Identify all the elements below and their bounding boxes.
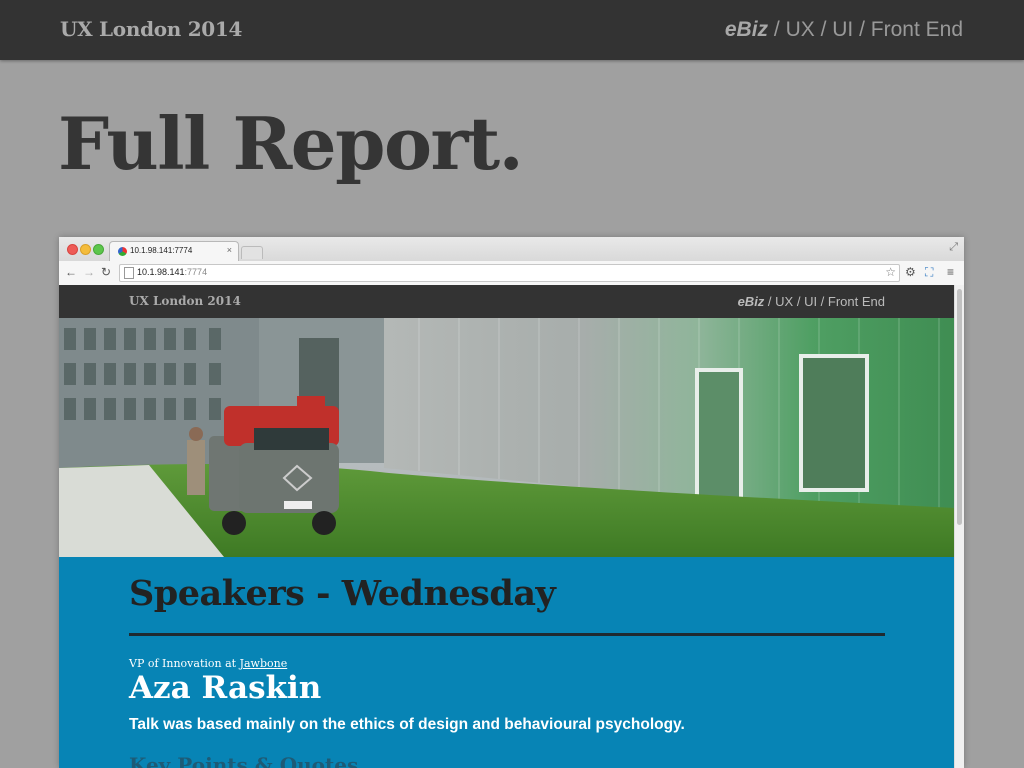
zoom-window-button[interactable] [93, 244, 104, 255]
url-text: 10.1.98.141:7774 [137, 267, 208, 277]
reload-icon[interactable]: ↻ [101, 265, 111, 279]
company-link[interactable]: Jawbone [240, 657, 288, 670]
section-title: Speakers - Wednesday [129, 573, 556, 614]
web-page: UX London 2014 eBiz / UX / UI / Front En… [59, 285, 955, 768]
browser-window: 10.1.98.141:7774 × ⤢ ← → ↻ 10.1.98.141:7… [59, 237, 964, 768]
nav-ebiz: eBiz [724, 18, 769, 41]
site-brand[interactable]: UX London 2014 [129, 294, 241, 308]
tab-close-icon[interactable]: × [227, 245, 232, 255]
extension-screen-icon[interactable]: ⛶ [925, 265, 933, 279]
slide-brand: UX London 2014 [60, 17, 243, 41]
browser-toolbar: ← → ↻ 10.1.98.141:7774 ☆ ⚙ ⛶ ≡ [59, 261, 964, 286]
slide-title: Full Report. [58, 101, 524, 186]
speakers-section: Speakers - Wednesday VP of Innovation at… [59, 557, 955, 768]
site-nav-ux[interactable]: UX [775, 294, 793, 309]
nav-ux: UX [785, 18, 815, 41]
bookmark-star-icon[interactable]: ☆ [885, 265, 896, 279]
close-window-button[interactable] [67, 244, 78, 255]
site-nav-ebiz[interactable]: eBiz [738, 294, 765, 309]
section-divider [129, 633, 885, 636]
site-nav-ui[interactable]: UI [804, 294, 817, 309]
page-scrollbar[interactable] [954, 285, 964, 768]
back-arrow-icon[interactable]: ← [65, 265, 77, 279]
nav-ui: UI [832, 18, 854, 41]
fullscreen-icon[interactable]: ⤢ [949, 241, 958, 254]
key-points-heading: Key Points & Quotes [129, 753, 359, 768]
extension-gear-icon[interactable]: ⚙ [905, 265, 916, 279]
scrollbar-thumb[interactable] [957, 289, 962, 525]
site-nav-front-end[interactable]: Front End [828, 294, 885, 309]
tab-favicon-icon [118, 247, 127, 256]
talk-summary: Talk was based mainly on the ethics of d… [129, 716, 685, 733]
slide-nav: eBiz / UX / UI / Front End [724, 18, 963, 41]
forward-arrow-icon[interactable]: → [83, 265, 95, 279]
menu-icon[interactable]: ≡ [947, 265, 954, 279]
slide-header: UX London 2014 eBiz / UX / UI / Front En… [0, 0, 1024, 60]
new-tab-button[interactable] [241, 246, 263, 259]
address-bar[interactable]: 10.1.98.141:7774 ☆ [119, 264, 900, 282]
nav-front-end: Front End [870, 18, 963, 41]
minimize-window-button[interactable] [80, 244, 91, 255]
site-nav: eBiz / UX / UI / Front End [737, 294, 885, 309]
site-header: UX London 2014 eBiz / UX / UI / Front En… [59, 285, 955, 318]
browser-tab[interactable]: 10.1.98.141:7774 × [109, 241, 239, 262]
browser-tab-strip: 10.1.98.141:7774 × ⤢ [59, 237, 964, 262]
tab-title: 10.1.98.141:7774 [130, 246, 193, 255]
speaker-role: VP of Innovation at Jawbone [129, 657, 288, 670]
hero-image [59, 318, 955, 557]
page-icon [124, 267, 134, 279]
speaker-name: Aza Raskin [129, 670, 322, 706]
hero-photo [59, 318, 955, 557]
